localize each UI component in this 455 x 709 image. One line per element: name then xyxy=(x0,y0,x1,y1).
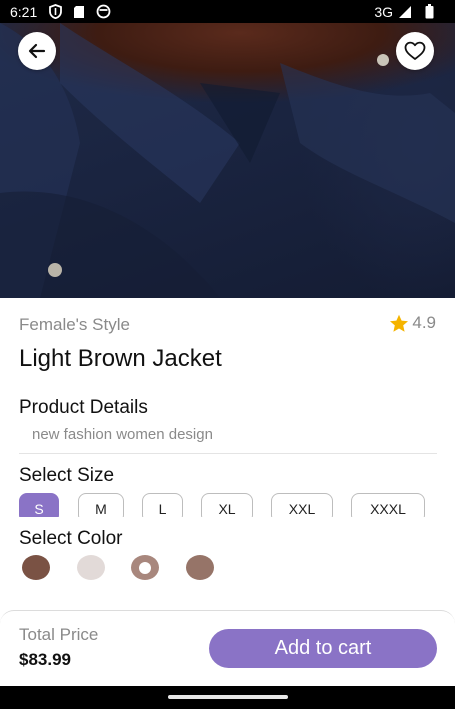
product-title: Light Brown Jacket xyxy=(19,345,222,372)
home-indicator[interactable] xyxy=(168,695,288,699)
network-type: 3G xyxy=(374,3,393,20)
color-swatch-4[interactable] xyxy=(186,555,214,580)
navigation-bar xyxy=(0,686,455,709)
color-swatch-2[interactable] xyxy=(77,555,105,580)
rating: 4.9 xyxy=(389,313,436,333)
sd-card-icon xyxy=(71,4,87,20)
select-size-heading: Select Size xyxy=(19,465,115,486)
back-button[interactable] xyxy=(18,32,56,70)
shield-icon xyxy=(47,4,63,20)
add-to-cart-button[interactable]: Add to cart xyxy=(209,629,437,668)
color-swatch-1[interactable] xyxy=(22,555,50,580)
app-notification-icon xyxy=(95,4,111,20)
total-price-label: Total Price xyxy=(19,625,99,644)
divider xyxy=(19,453,437,454)
size-option-l[interactable]: L xyxy=(142,493,183,517)
rating-value: 4.9 xyxy=(412,313,436,332)
status-time: 6:21 xyxy=(10,3,38,20)
size-option-s[interactable]: S xyxy=(19,493,59,517)
product-image xyxy=(0,23,455,298)
size-option-xl[interactable]: XL xyxy=(201,493,253,517)
color-swatch-3[interactable] xyxy=(131,555,159,580)
size-option-xxl[interactable]: XXL xyxy=(271,493,333,517)
size-option-m[interactable]: M xyxy=(78,493,124,517)
heart-outline-icon xyxy=(404,41,426,60)
arrow-left-icon xyxy=(28,43,46,59)
battery-icon xyxy=(421,4,437,20)
favorite-button[interactable] xyxy=(396,32,434,70)
product-description: new fashion women design xyxy=(32,426,213,443)
star-icon xyxy=(390,314,409,332)
jacket-illustration xyxy=(0,23,455,298)
status-right-group: 3G xyxy=(374,4,445,20)
select-color-heading: Select Color xyxy=(19,528,123,549)
brand-label: Female's Style xyxy=(19,315,130,334)
signal-icon xyxy=(397,4,413,20)
status-bar: 6:21 3G xyxy=(0,0,455,23)
product-details-heading: Product Details xyxy=(19,397,148,418)
size-options: S M L XL XXL XXXL xyxy=(19,493,439,517)
size-option-xxxl[interactable]: XXXL xyxy=(351,493,425,517)
total-price-value: $83.99 xyxy=(19,650,71,669)
